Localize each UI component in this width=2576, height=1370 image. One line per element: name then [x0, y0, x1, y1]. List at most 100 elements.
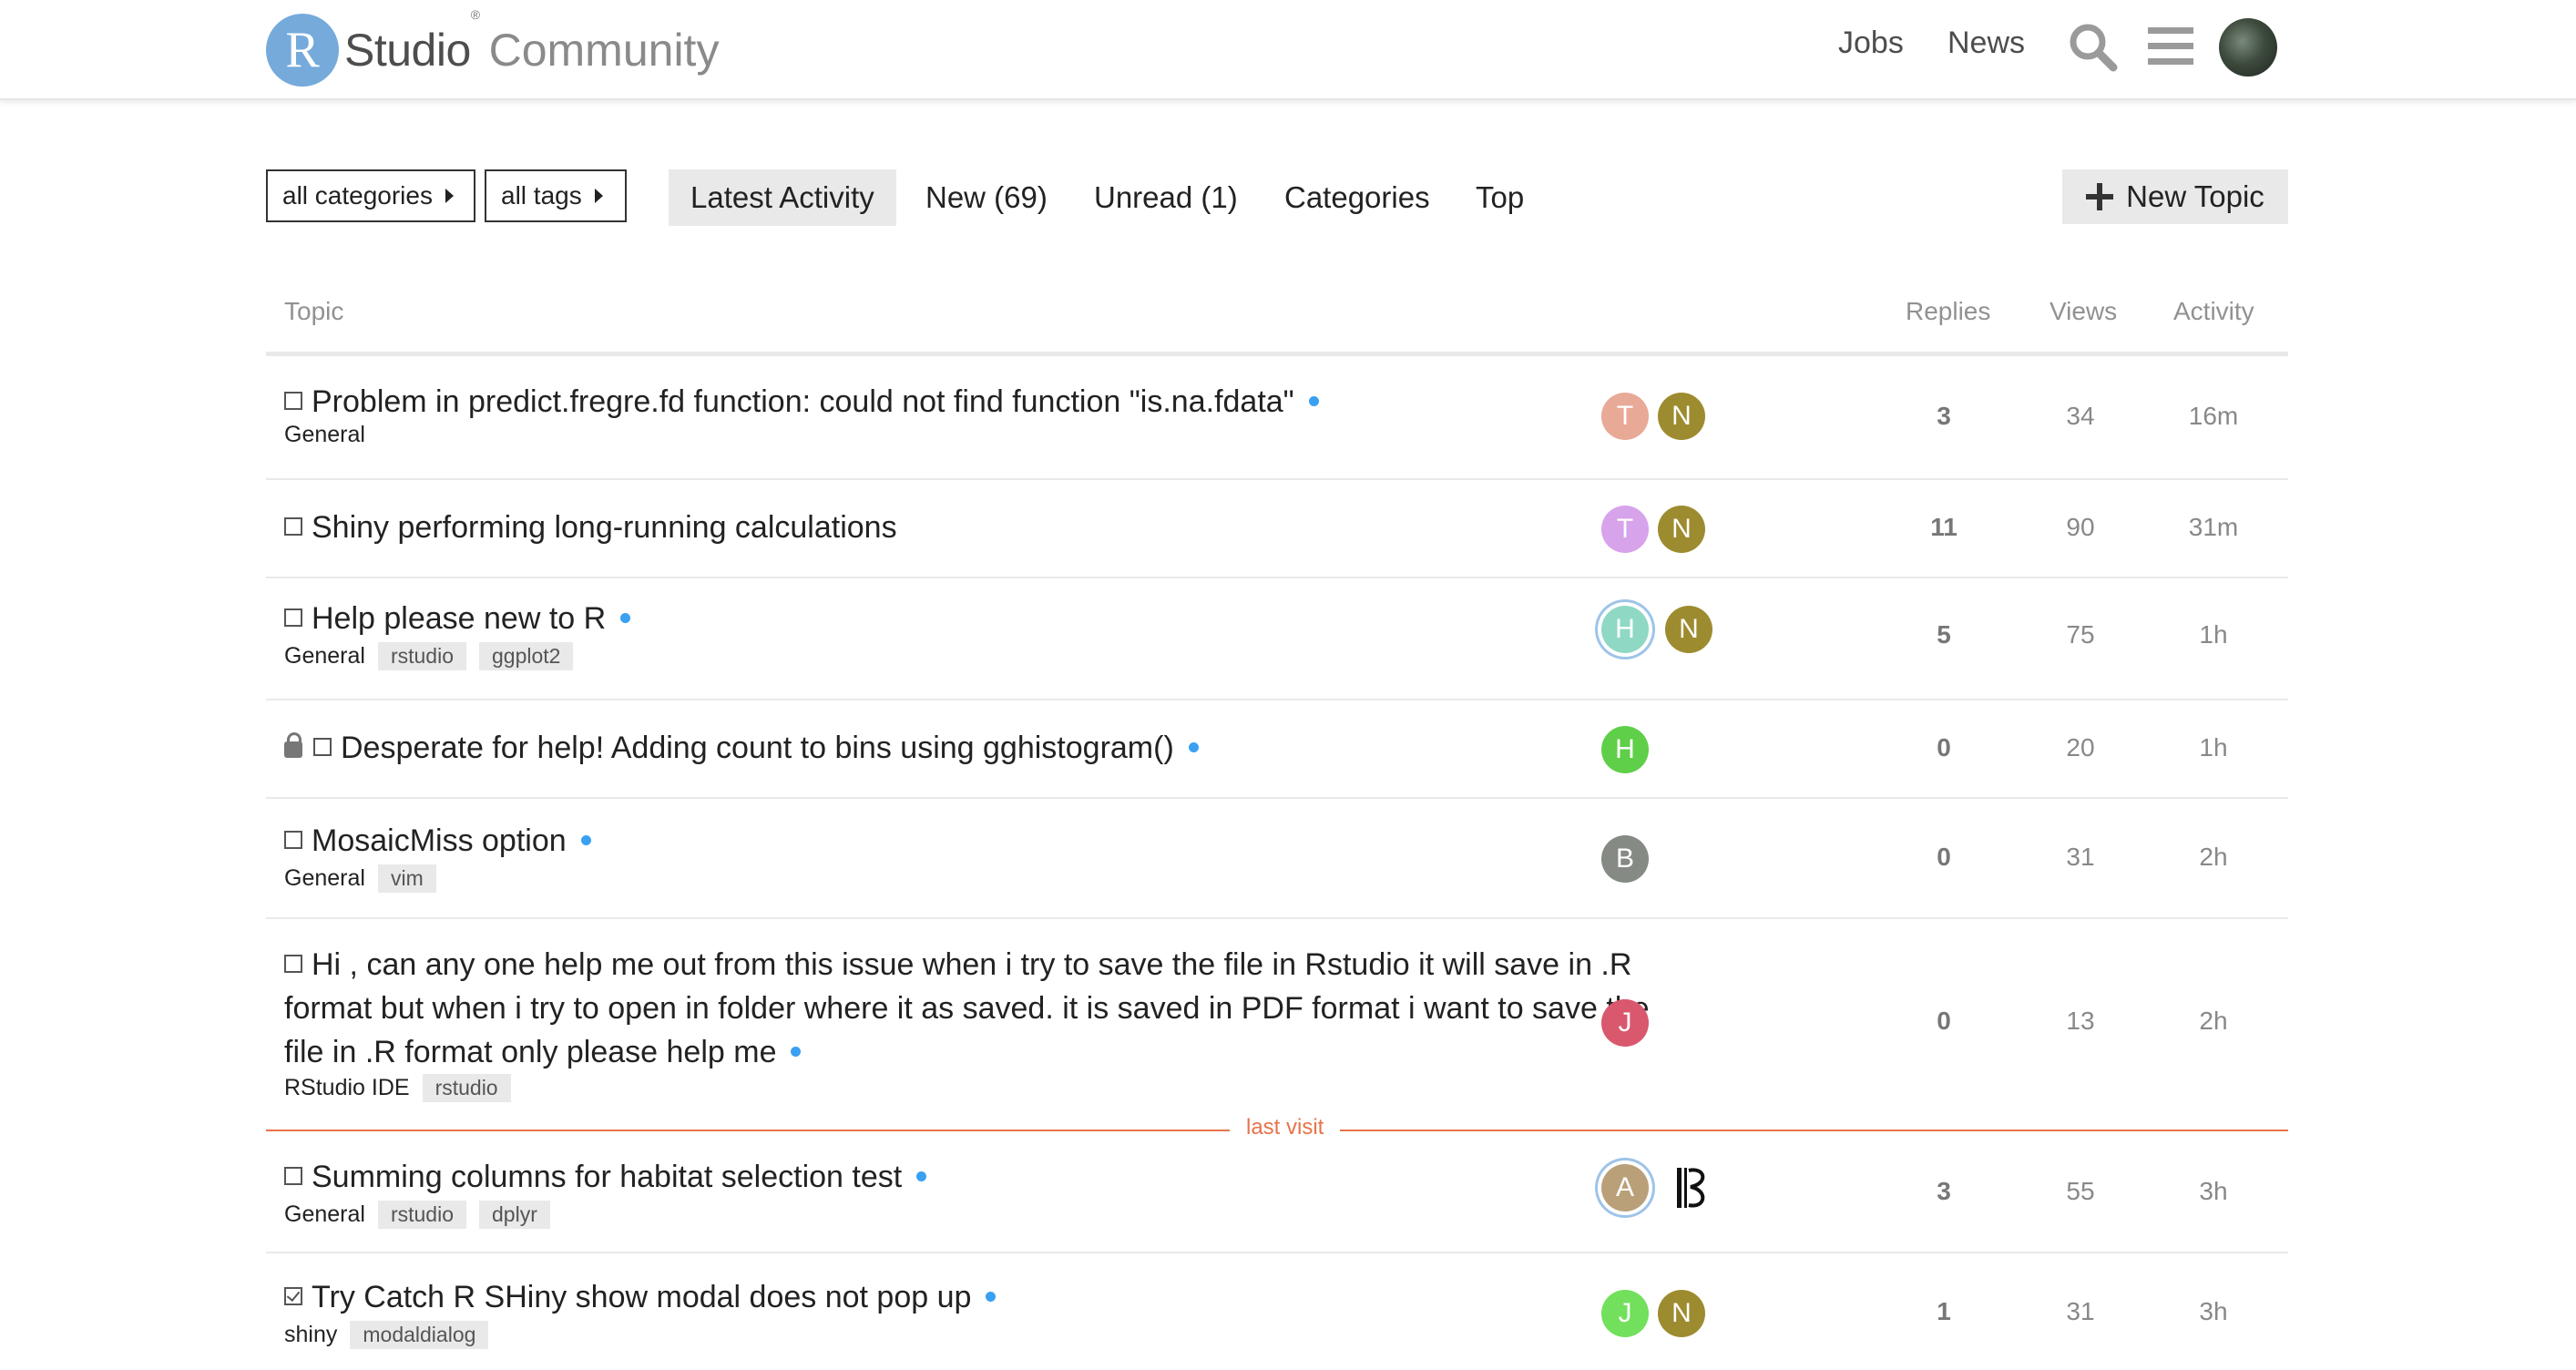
- plus-icon: [2086, 183, 2114, 210]
- poster-avatar[interactable]: N: [1665, 606, 1712, 653]
- logo-community-text: Community: [488, 25, 720, 76]
- views-count: 31: [2066, 843, 2095, 871]
- tag-ggplot2[interactable]: ggplot2: [479, 642, 574, 670]
- topic-title[interactable]: Hi , can any one help me out from this i…: [284, 943, 1651, 1074]
- all-categories-dropdown[interactable]: all categories: [266, 169, 475, 222]
- activity-time[interactable]: 3h: [2159, 1297, 2268, 1326]
- search-icon[interactable]: [2064, 18, 2121, 75]
- poster-avatar[interactable]: N: [1658, 506, 1705, 553]
- topic-row: Help please new to R General rstudio ggp…: [266, 578, 2288, 700]
- topic-title-text[interactable]: Desperate for help! Adding count to bins…: [341, 731, 1174, 765]
- unread-dot-icon: [791, 1047, 802, 1057]
- hamburger-menu-icon[interactable]: [2142, 18, 2199, 75]
- topic-title[interactable]: Desperate for help! Adding count to bins…: [284, 726, 1199, 770]
- topic-title-text[interactable]: Summing columns for habitat selection te…: [312, 1160, 902, 1194]
- replies-count[interactable]: 5: [1889, 620, 1998, 649]
- poster-avatar[interactable]: A: [1601, 1164, 1649, 1212]
- new-topic-button[interactable]: New Topic: [2062, 169, 2288, 224]
- replies-count[interactable]: 0: [1889, 733, 1998, 762]
- poster-avatar[interactable]: B: [1601, 835, 1649, 883]
- checkbox-icon[interactable]: [284, 392, 302, 410]
- poster-avatar[interactable]: N: [1658, 1290, 1705, 1337]
- topic-title-text[interactable]: Shiny performing long-running calculatio…: [312, 510, 897, 545]
- activity-time[interactable]: 31m: [2159, 513, 2268, 542]
- replies-count[interactable]: 3: [1889, 1177, 1998, 1206]
- lock-icon: [284, 732, 302, 758]
- activity-time[interactable]: 2h: [2159, 843, 2268, 872]
- topic-title-line[interactable]: file in .R format only please help me: [284, 1030, 1651, 1074]
- replies-count[interactable]: 11: [1889, 513, 1998, 542]
- category-badge[interactable]: shiny: [284, 1322, 337, 1348]
- activity-time[interactable]: 16m: [2159, 402, 2268, 431]
- topic-title[interactable]: MosaicMiss option: [284, 819, 591, 863]
- replies-count[interactable]: 0: [1889, 843, 1998, 872]
- category-badge[interactable]: General: [284, 1201, 365, 1228]
- tag-rstudio[interactable]: rstudio: [377, 642, 466, 670]
- poster-avatar[interactable]: T: [1601, 506, 1649, 553]
- poster-avatar[interactable]: T: [1601, 393, 1649, 440]
- all-tags-dropdown[interactable]: all tags: [485, 169, 627, 222]
- poster-avatar[interactable]: N: [1658, 393, 1705, 440]
- activity-time[interactable]: 1h: [2159, 620, 2268, 649]
- tag-vim[interactable]: vim: [377, 864, 436, 893]
- topic-title-text[interactable]: MosaicMiss option: [312, 823, 567, 858]
- unread-dot-icon: [986, 1292, 997, 1302]
- category-badge[interactable]: General: [284, 865, 365, 892]
- checkbox-icon[interactable]: [284, 1167, 302, 1185]
- nav-jobs-link[interactable]: Jobs: [1838, 26, 1904, 61]
- topic-title-text[interactable]: Problem in predict.fregre.fd function: c…: [312, 384, 1294, 419]
- topic-title-line[interactable]: format but when i try to open in folder …: [284, 987, 1651, 1030]
- tab-top[interactable]: Top: [1454, 169, 1546, 226]
- tab-latest-activity[interactable]: Latest Activity: [669, 169, 896, 226]
- activity-time[interactable]: 3h: [2159, 1177, 2268, 1206]
- checkbox-icon[interactable]: [313, 738, 332, 756]
- tab-unread[interactable]: Unread (1): [1072, 169, 1260, 226]
- tag-dplyr[interactable]: dplyr: [479, 1201, 550, 1229]
- tab-new[interactable]: New (69): [904, 169, 1069, 226]
- all-categories-label: all categories: [282, 181, 433, 210]
- checkbox-icon[interactable]: [284, 608, 302, 627]
- activity-time[interactable]: 1h: [2159, 733, 2268, 762]
- tab-categories[interactable]: Categories: [1262, 169, 1452, 226]
- category-badge[interactable]: General: [284, 643, 365, 670]
- site-header: R Studio® Community Jobs News: [0, 0, 2576, 100]
- replies-count[interactable]: 0: [1889, 1007, 1998, 1036]
- posters: J N: [1601, 1290, 1705, 1337]
- activity-time[interactable]: 2h: [2159, 1007, 2268, 1036]
- topic-title[interactable]: Shiny performing long-running calculatio…: [284, 506, 897, 549]
- topic-title-line[interactable]: Hi , can any one help me out from this i…: [284, 943, 1651, 987]
- music-clef-avatar-icon[interactable]: [1669, 1164, 1716, 1212]
- user-avatar[interactable]: [2219, 18, 2277, 77]
- topic-meta: General rstudio dplyr: [284, 1201, 550, 1229]
- poster-avatar[interactable]: J: [1601, 999, 1649, 1047]
- nav-news-link[interactable]: News: [1947, 26, 2025, 61]
- topic-title-text[interactable]: Help please new to R: [312, 601, 606, 636]
- category-badge[interactable]: General: [284, 422, 365, 448]
- tag-modaldialog[interactable]: modaldialog: [350, 1321, 489, 1349]
- replies-count[interactable]: 1: [1889, 1297, 1998, 1326]
- replies-count[interactable]: 3: [1889, 402, 1998, 431]
- poster-avatar[interactable]: H: [1601, 606, 1649, 653]
- topic-title[interactable]: Try Catch R SHiny show modal does not po…: [284, 1275, 997, 1319]
- column-header-activity[interactable]: Activity: [2173, 297, 2254, 326]
- topic-title[interactable]: Problem in predict.fregre.fd function: c…: [284, 380, 1319, 424]
- checkbox-icon[interactable]: [284, 517, 302, 536]
- unread-dot-icon: [1188, 742, 1199, 752]
- column-header-replies[interactable]: Replies: [1906, 297, 1990, 326]
- column-header-views[interactable]: Views: [2050, 297, 2117, 326]
- checkbox-icon[interactable]: [284, 955, 302, 973]
- poster-avatar[interactable]: H: [1601, 726, 1649, 773]
- category-badge[interactable]: RStudio IDE: [284, 1075, 410, 1101]
- tag-rstudio[interactable]: rstudio: [422, 1074, 511, 1102]
- views-count: 90: [2066, 513, 2095, 541]
- rstudio-community-logo[interactable]: R Studio® Community: [266, 7, 720, 91]
- topic-title[interactable]: Help please new to R: [284, 597, 631, 640]
- tag-rstudio[interactable]: rstudio: [377, 1201, 466, 1229]
- topic-row: MosaicMiss option General vim B 0 31 2h: [266, 799, 2288, 919]
- topic-title[interactable]: Summing columns for habitat selection te…: [284, 1155, 927, 1199]
- topic-title-text[interactable]: Try Catch R SHiny show modal does not po…: [312, 1280, 971, 1314]
- checkbox-icon[interactable]: [284, 831, 302, 849]
- poster-avatar[interactable]: J: [1601, 1290, 1649, 1337]
- column-header-topic[interactable]: Topic: [284, 297, 343, 326]
- checked-checkbox-icon[interactable]: [284, 1287, 302, 1305]
